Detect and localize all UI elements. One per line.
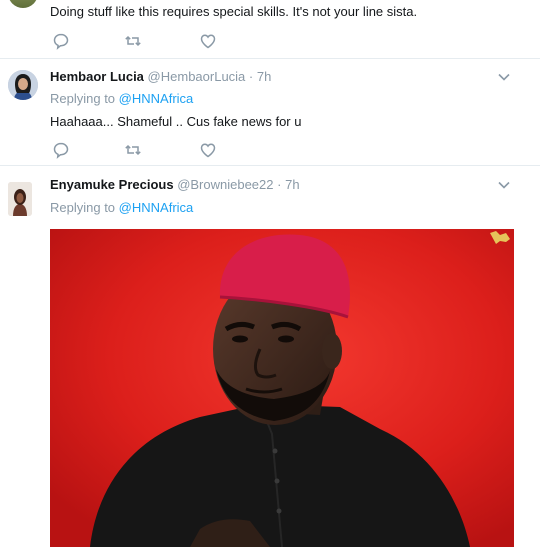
avatar[interactable] xyxy=(8,70,38,100)
retweet-icon[interactable] xyxy=(124,141,142,159)
reply-handle-link[interactable]: @HNNAfrica xyxy=(119,200,194,215)
author-name[interactable]: Enyamuke Precious xyxy=(50,177,174,192)
replying-to: Replying to @HNNAfrica xyxy=(50,91,193,106)
author-handle[interactable]: @Browniebee22 xyxy=(177,177,273,192)
separator-dot: · xyxy=(248,69,254,84)
retweet-icon[interactable] xyxy=(124,32,142,50)
reply-handle-link[interactable]: @HNNAfrica xyxy=(119,91,194,106)
replying-to-label: Replying to xyxy=(50,200,116,215)
replying-to: Replying to @HNNAfrica xyxy=(50,200,193,215)
avatar-portrait-icon xyxy=(8,182,32,216)
reply-icon[interactable] xyxy=(52,32,70,50)
reply-icon[interactable] xyxy=(52,141,70,159)
tweet-timestamp[interactable]: 7h xyxy=(257,69,271,84)
author-handle[interactable]: @HembaorLucia xyxy=(148,69,246,84)
heart-icon[interactable] xyxy=(199,32,217,50)
heart-icon[interactable] xyxy=(199,141,217,159)
separator-dot: · xyxy=(277,177,282,192)
tweet-header: Enyamuke Precious @Browniebee22 · 7h xyxy=(50,177,300,192)
chevron-down-icon[interactable] xyxy=(497,180,511,190)
chevron-down-icon[interactable] xyxy=(497,72,511,82)
tweet-header: Hembaor Lucia @HembaorLucia · 7h xyxy=(50,69,271,84)
tweet-0[interactable]: Doing stuff like this requires special s… xyxy=(0,0,540,58)
avatar[interactable] xyxy=(8,182,32,216)
tweet-photo[interactable] xyxy=(50,229,514,547)
tweet-1[interactable]: Hembaor Lucia @HembaorLucia · 7h Replyin… xyxy=(0,59,540,165)
tweet-timestamp[interactable]: 7h xyxy=(285,177,299,192)
tweet-text: Haahaaa... Shameful .. Cus fake news for… xyxy=(50,114,302,129)
author-name[interactable]: Hembaor Lucia xyxy=(50,69,144,84)
tweet-text: Doing stuff like this requires special s… xyxy=(50,4,418,19)
replying-to-label: Replying to xyxy=(50,91,116,106)
avatar-portrait-icon xyxy=(8,70,38,100)
man-in-red-cap-photo xyxy=(50,229,514,547)
avatar[interactable] xyxy=(8,0,38,8)
